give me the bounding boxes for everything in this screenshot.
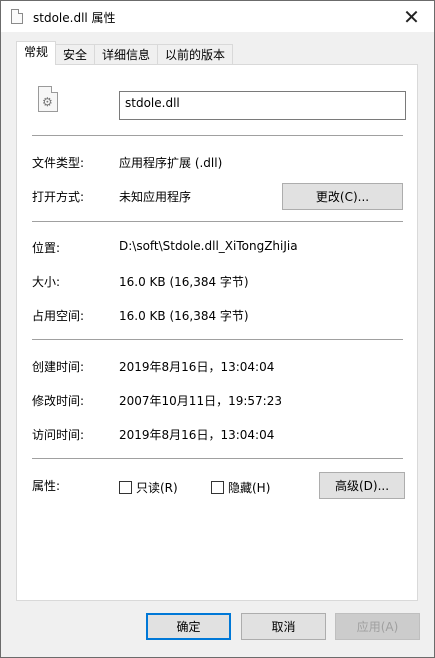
file-type-label: 文件类型: <box>32 156 85 170</box>
location-label: 位置: <box>32 241 61 255</box>
modified-value: 2007年10月11日，19:57:23 <box>119 394 282 408</box>
tab-security[interactable]: 安全 <box>55 44 96 65</box>
checkbox-box[interactable] <box>119 481 132 494</box>
file-icon <box>11 9 23 24</box>
gear-icon: ⚙ <box>42 95 53 109</box>
opens-with-value: 未知应用程序 <box>119 190 192 204</box>
separator <box>32 135 403 136</box>
accessed-value: 2019年8月16日，13:04:04 <box>119 428 275 442</box>
separator <box>32 458 403 459</box>
file-type-value: 应用程序扩展 (.dll) <box>119 156 223 170</box>
dll-gear-icon: ⚙ <box>38 86 58 112</box>
tab-strip: 常规 安全 详细信息 以前的版本 <box>16 41 234 65</box>
advanced-button[interactable]: 高级(D)... <box>319 472 405 499</box>
separator <box>32 339 403 340</box>
opens-with-label: 打开方式: <box>32 190 85 204</box>
readonly-checkbox[interactable]: 只读(R) <box>119 479 178 496</box>
tab-previous-versions[interactable]: 以前的版本 <box>157 44 234 65</box>
window-title: stdole.dll 属性 <box>33 11 116 25</box>
created-value: 2019年8月16日，13:04:04 <box>119 360 275 374</box>
hidden-label: 隐藏(H) <box>228 481 271 495</box>
created-label: 创建时间: <box>32 360 85 374</box>
filename-field[interactable]: stdole.dll <box>119 91 406 120</box>
cancel-button[interactable]: 取消 <box>241 613 326 640</box>
separator <box>32 221 403 222</box>
size-value: 16.0 KB (16,384 字节) <box>119 275 249 289</box>
apply-button[interactable]: 应用(A) <box>335 613 420 640</box>
size-on-disk-value: 16.0 KB (16,384 字节) <box>119 309 249 323</box>
properties-dialog: stdole.dll 属性 ✕ 常规 安全 详细信息 以前的版本 ⚙ stdol… <box>0 0 435 658</box>
ok-button[interactable]: 确定 <box>146 613 231 640</box>
title-bar[interactable]: stdole.dll 属性 ✕ <box>1 1 434 32</box>
readonly-label: 只读(R) <box>136 481 178 495</box>
attributes-label: 属性: <box>32 479 61 493</box>
tab-general[interactable]: 常规 <box>16 41 57 65</box>
tab-details[interactable]: 详细信息 <box>94 44 159 65</box>
modified-label: 修改时间: <box>32 394 85 408</box>
change-button[interactable]: 更改(C)... <box>282 183 403 210</box>
close-icon[interactable]: ✕ <box>389 1 434 32</box>
location-value: D:\soft\Stdole.dll_XiTongZhiJia <box>119 239 298 253</box>
general-panel: ⚙ stdole.dll 文件类型: 应用程序扩展 (.dll) 打开方式: 未… <box>16 64 418 601</box>
checkbox-box[interactable] <box>211 481 224 494</box>
hidden-checkbox[interactable]: 隐藏(H) <box>211 479 270 496</box>
size-on-disk-label: 占用空间: <box>32 309 85 323</box>
size-label: 大小: <box>32 275 61 289</box>
accessed-label: 访问时间: <box>32 428 85 442</box>
